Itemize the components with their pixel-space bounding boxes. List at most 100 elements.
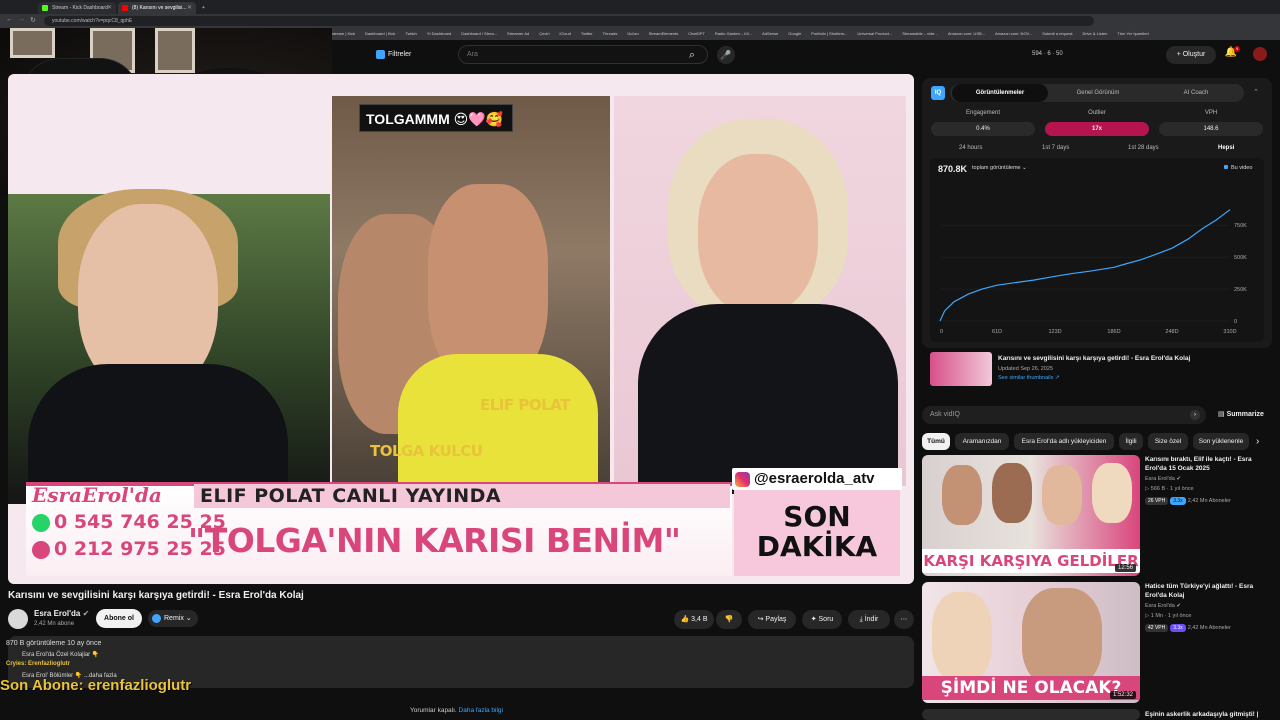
download-button[interactable]: ⤓ İndir <box>848 610 890 629</box>
browser-tab-kick[interactable]: Stream - Kick Dashboard ✕ <box>38 2 116 14</box>
bookmark-item[interactable]: Amazon.com: NOV... <box>995 31 1032 36</box>
channel-avatar[interactable] <box>8 609 28 629</box>
bookmarks-bar: stream | Kick Dashboard | Kick Twitch Yt Da… <box>332 28 1280 40</box>
rec-channel-label: Esra Erol'da <box>1145 476 1175 482</box>
summarize-label: Summarize <box>1226 411 1264 418</box>
remix-button[interactable]: Remix ⌄ <box>148 610 198 627</box>
browser-tab-bar: Stream - Kick Dashboard ✕ (8) Karısını v… <box>0 0 1280 14</box>
views-metric-select[interactable]: toplam görüntüleme ⌄ <box>972 165 1027 171</box>
rec-thumbnail[interactable] <box>922 709 1140 720</box>
search-icon[interactable]: ⌕ <box>684 47 700 63</box>
verified-icon: ✔ <box>82 609 90 618</box>
bookmark-item[interactable]: Yt Dashboard <box>427 31 451 36</box>
bookmark-item[interactable]: Streamer Ad <box>507 31 529 36</box>
bookmark-item[interactable]: Amazon.com: USB... <box>948 31 985 36</box>
chevron-right-icon[interactable]: › <box>1256 436 1259 447</box>
tab-ai-coach[interactable]: AI Coach <box>1148 84 1244 102</box>
host-dress <box>638 304 898 494</box>
rec-subs: 2,42 Mn Aboneler <box>1187 625 1231 631</box>
tab-overview[interactable]: Genel Görünüm <box>1050 84 1146 102</box>
bookmark-item[interactable]: Universal Product... <box>857 31 892 36</box>
rec-title[interactable]: Eşinin askerlik arkadaşıyla gitmişti! | <box>1145 710 1263 719</box>
channel-subs: 2,42 Mn abone <box>34 621 75 627</box>
wall-frame <box>10 28 55 58</box>
thumb-face <box>1092 463 1132 523</box>
rec-thumbnail[interactable]: KARŞI KARŞIYA GELDİLER 12:56 <box>922 455 1140 576</box>
learn-more-link[interactable]: Daha fazla bilgi <box>459 707 503 714</box>
bookmark-item[interactable]: StreamElements <box>649 31 679 36</box>
like-count: 3,4 B <box>691 616 708 623</box>
bookmark-item[interactable]: Portfolio | Shotters... <box>811 31 847 36</box>
bookmark-item[interactable]: stream | Kick <box>332 31 355 36</box>
ask-button[interactable]: ✦ Soru <box>802 610 842 629</box>
create-label: Oluştur <box>1182 51 1206 58</box>
bookmark-item[interactable]: Dashboard | Kick <box>365 31 395 36</box>
new-tab-button[interactable]: + <box>198 2 212 14</box>
download-label: İndir <box>864 616 879 623</box>
filters-button[interactable]: Filtreler <box>376 47 411 63</box>
rec-channel[interactable]: Esra Erol'da ✔ <box>1145 476 1181 482</box>
bookmark-item[interactable]: Twitch <box>405 31 416 36</box>
rec-thumbnail[interactable]: ŞİMDİ NE OLACAK? 1:52:32 <box>922 582 1140 703</box>
bookmark-item[interactable]: Dashboard / Strea... <box>461 31 497 36</box>
bookmark-item[interactable]: Tüm Yer İşaretleri <box>1117 31 1148 36</box>
range-24h[interactable]: 24 hours <box>959 145 982 151</box>
chip-related[interactable]: İlgili <box>1119 433 1143 450</box>
rec-channel[interactable]: Esra Erol'da ✔ <box>1145 603 1181 609</box>
chip-all[interactable]: Tümü <box>922 433 950 450</box>
bookmark-item[interactable]: Threads <box>603 31 618 36</box>
bookmark-item[interactable]: AdSense <box>762 31 778 36</box>
collapse-icon[interactable]: ⌃ <box>1253 88 1259 96</box>
avatar[interactable] <box>1253 47 1267 61</box>
similar-thumbnails-link[interactable]: See similar thumbnails ↗ <box>998 375 1059 381</box>
summarize-button[interactable]: ▤ Summarize <box>1218 410 1264 418</box>
rec-title[interactable]: Karısını bıraktı, Elif ile kaçtı! - Esra… <box>1145 455 1263 473</box>
range-all[interactable]: Hepsi <box>1218 145 1234 151</box>
rec-title[interactable]: Hatice tüm Türkiye'yi ağlattı! - Esra Er… <box>1145 582 1263 600</box>
wall-frame <box>155 28 195 73</box>
forward-icon[interactable]: → <box>18 16 25 23</box>
channel-name[interactable]: Esra Erol'da ✔ <box>34 609 89 618</box>
search-input[interactable]: Ara <box>458 45 708 64</box>
back-icon[interactable]: ← <box>6 16 13 23</box>
more-actions-button[interactable]: ⋯ <box>894 610 914 629</box>
share-button[interactable]: ↪ Paylaş <box>748 610 796 629</box>
tab-views[interactable]: Görüntülenmeler <box>952 84 1048 102</box>
range-7d[interactable]: 1st 7 days <box>1042 145 1069 151</box>
browser-tab-youtube[interactable]: (8) Karısını ve sevgilisi... ✕ <box>118 2 196 14</box>
label-tolga: TOLGA KULCU <box>370 442 483 460</box>
ask-vidiq-input[interactable]: Ask vidIQ <box>922 406 1206 424</box>
dislike-button[interactable]: 👎 <box>716 610 742 629</box>
bookmark-item[interactable]: Twitter <box>581 31 593 36</box>
bookmark-item[interactable]: Çeviri <box>539 31 549 36</box>
chip-for-you[interactable]: Size özel <box>1148 433 1188 450</box>
chip-from-search[interactable]: Aramanızdan <box>955 433 1009 450</box>
close-tab-icon[interactable]: ✕ <box>107 2 112 14</box>
kick-favicon-icon <box>42 5 48 11</box>
like-button[interactable]: 👍 3,4 B <box>674 610 714 629</box>
create-button[interactable]: + Oluştur <box>1166 46 1216 64</box>
bookmark-item[interactable]: Ücüzu <box>627 31 638 36</box>
microphone-icon[interactable]: 🎤 <box>717 46 735 64</box>
reload-icon[interactable]: ↻ <box>30 16 36 24</box>
send-icon[interactable]: › <box>1190 410 1200 420</box>
bookmark-item[interactable]: Streamable – vide... <box>902 31 938 36</box>
views-line-chart: 0 250K 500K 750K 0 61D 123D 186D 248D 310D <box>939 209 1247 335</box>
last-subscriber-overlay: Son Abone: erenfazlioglutr <box>0 677 192 694</box>
url-field[interactable]: youtube.com/watch?v=pqcC8_qphE <box>44 16 1094 26</box>
description-line: Cryies: Erenfazlioglutr <box>6 661 71 667</box>
bookmark-item[interactable]: Submit a request <box>1042 31 1072 36</box>
bookmark-item[interactable]: iCloud <box>560 31 571 36</box>
bookmark-item[interactable]: ChatGPT <box>688 31 705 36</box>
y-tick-label: 0 <box>1234 319 1237 325</box>
subscribe-button[interactable]: Abone ol <box>96 609 142 628</box>
range-28d[interactable]: 1st 28 days <box>1128 145 1159 151</box>
bookmark-item[interactable]: Google <box>788 31 801 36</box>
video-player[interactable]: TOLGAMMM 😍🩷🥰 ELIF POLAT TOLGA KULCU @esr… <box>8 74 914 584</box>
close-tab-icon[interactable]: ✕ <box>187 2 192 14</box>
bookmark-item[interactable]: Radio Garden – Kli... <box>715 31 752 36</box>
chip-recent[interactable]: Son yüklenenle <box>1193 433 1249 450</box>
rec-subs: 2,42 Mn Aboneler <box>1187 498 1231 504</box>
chip-from-uploader[interactable]: Esra Erol'da adlı yükleyiciden <box>1014 433 1114 450</box>
bookmark-item[interactable]: Drive & Listen <box>1082 31 1107 36</box>
